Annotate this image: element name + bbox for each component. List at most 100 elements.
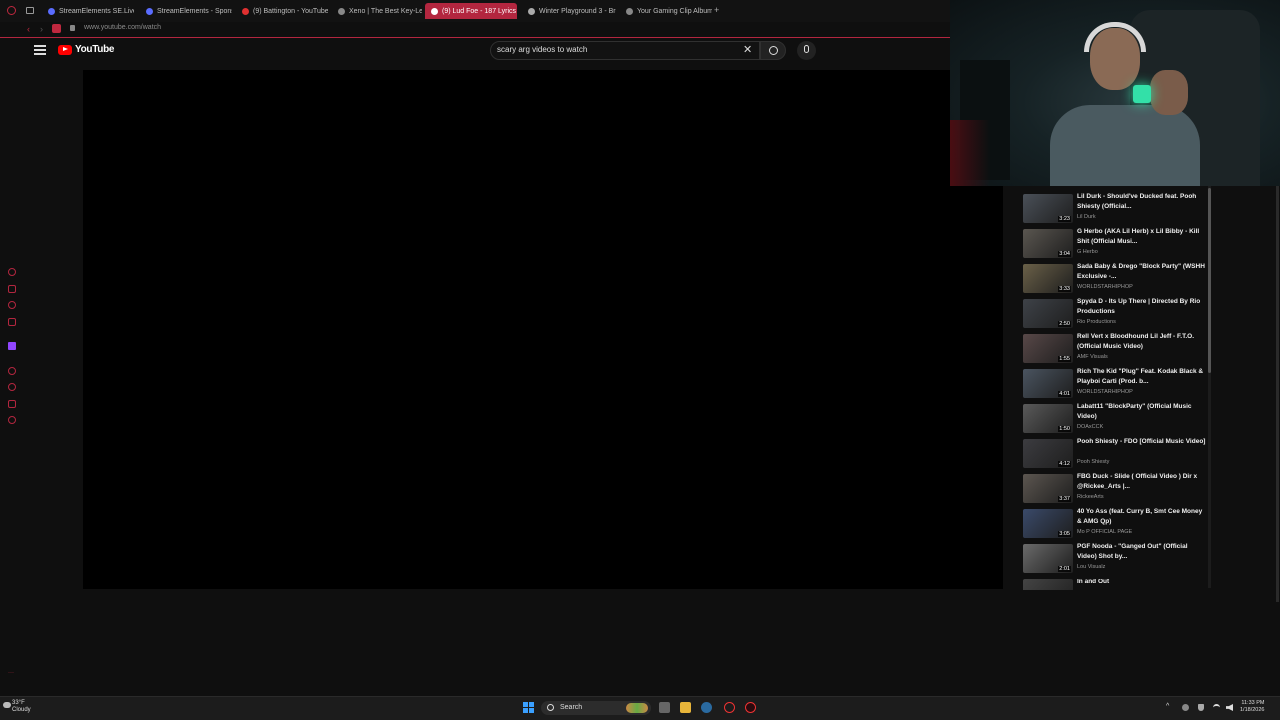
youtube-play-icon — [58, 44, 72, 55]
video-channel[interactable]: Lou Visualz — [1077, 564, 1105, 570]
opera-icon[interactable] — [745, 702, 756, 713]
video-channel[interactable]: Mo P OFFICIAL PAGE — [1077, 529, 1132, 535]
opera-gx-icon[interactable] — [724, 702, 735, 713]
video-title[interactable]: G Herbo (AKA Lil Herb) x Lil Bibby - Kil… — [1077, 227, 1207, 247]
tray-shield-icon[interactable] — [1198, 704, 1204, 711]
forward-icon[interactable]: › — [40, 24, 43, 34]
windows-start-icon[interactable] — [523, 702, 534, 713]
video-duration: 3:04 — [1058, 251, 1071, 257]
weather-widget[interactable]: 33°F Cloudy — [12, 700, 31, 714]
video-title[interactable]: 40 Yo Ass (feat. Curry B, Smt Cee Money … — [1077, 507, 1207, 527]
video-player[interactable] — [83, 70, 1003, 589]
related-video-item[interactable]: 3:05 40 Yo Ass (feat. Curry B, Smt Cee Mo… — [1023, 507, 1209, 542]
video-thumbnail[interactable] — [1023, 579, 1073, 590]
video-channel[interactable]: RickeeArts — [1077, 494, 1104, 500]
related-video-item[interactable]: 3:23 Lil Durk - Should've Ducked feat. Po… — [1023, 192, 1209, 227]
search-input[interactable]: scary arg videos to watch — [497, 45, 587, 54]
browser-tab[interactable]: Your Gaming Clip Albums — [620, 3, 712, 19]
related-video-item[interactable]: 3:04 G Herbo (AKA Lil Herb) x Lil Bibby -… — [1023, 227, 1209, 262]
video-duration: 1:50 — [1058, 426, 1071, 432]
browser-tab[interactable]: (9) Lud Foe - 187 Lyrics — [425, 3, 517, 19]
video-thumbnail[interactable]: 4:12 — [1023, 439, 1073, 468]
video-thumbnail[interactable]: 2:50 — [1023, 299, 1073, 328]
video-channel[interactable]: Pooh Shiesty — [1077, 459, 1109, 465]
browser-tab[interactable]: Winter Playground 3 - Bre — [522, 3, 616, 19]
sidebar-settings-icon[interactable] — [8, 416, 16, 424]
related-scrollbar-thumb[interactable] — [1208, 188, 1211, 373]
video-title[interactable]: Sada Baby & Drego "Block Party" (WSHH Ex… — [1077, 262, 1207, 282]
tray-app-icon[interactable] — [1182, 704, 1189, 711]
video-channel[interactable]: DOAxCCK — [1077, 424, 1103, 430]
taskbar-search-label: Search — [560, 704, 583, 711]
related-video-item[interactable]: In and Out — [1023, 579, 1209, 590]
video-channel[interactable]: Rio Productions — [1077, 319, 1116, 325]
sidebar-instagram-icon[interactable] — [8, 318, 16, 326]
video-duration: 3:33 — [1058, 286, 1071, 292]
sidebar-more-icon[interactable]: ··· — [8, 670, 14, 676]
related-video-item[interactable]: 1:55 Rell Vert x Bloodhound Lil Jeff - F.… — [1023, 332, 1209, 367]
tray-chevron-icon[interactable]: ^ — [1166, 703, 1169, 710]
video-thumbnail[interactable]: 1:50 — [1023, 404, 1073, 433]
video-thumbnail[interactable]: 4:01 — [1023, 369, 1073, 398]
video-title[interactable]: Spyda D - Its Up There | Directed By Rio… — [1077, 297, 1207, 317]
reload-icon[interactable] — [52, 24, 61, 33]
menu-icon[interactable] — [34, 45, 46, 55]
video-channel[interactable]: AMF Visuals — [1077, 354, 1108, 360]
video-thumbnail[interactable]: 3:37 — [1023, 474, 1073, 503]
video-channel[interactable]: G Herbo — [1077, 249, 1098, 255]
tab-favicon-icon — [338, 7, 345, 15]
video-title[interactable]: PGF Nooda - "Ganged Out" (Official Video… — [1077, 542, 1207, 562]
video-title[interactable]: In and Out — [1077, 579, 1207, 587]
video-channel[interactable]: WORLDSTARHIPHOP — [1077, 284, 1133, 290]
task-view-icon[interactable] — [659, 702, 670, 713]
video-title[interactable]: Labatt11 "BlockParty" (Official Music Vi… — [1077, 402, 1207, 422]
video-channel[interactable]: WORLDSTARHIPHOP — [1077, 389, 1133, 395]
video-title[interactable]: Lil Durk - Should've Ducked feat. Pooh S… — [1077, 192, 1207, 212]
clear-search-icon[interactable]: ✕ — [743, 43, 752, 56]
related-video-item[interactable]: 3:33 Sada Baby & Drego "Block Party" (WSH… — [1023, 262, 1209, 297]
related-video-item[interactable]: 2:50 Spyda D - Its Up There | Directed By… — [1023, 297, 1209, 332]
sidebar-history-icon[interactable] — [8, 268, 16, 276]
tab-label: StreamElements SE.Live | — [59, 7, 134, 15]
browser-tab[interactable]: StreamElements SE.Live | — [42, 3, 134, 19]
file-explorer-icon[interactable] — [680, 702, 691, 713]
video-thumbnail[interactable]: 1:55 — [1023, 334, 1073, 363]
video-thumbnail[interactable]: 3:23 — [1023, 194, 1073, 223]
sidebar-music-icon[interactable] — [8, 367, 16, 375]
video-thumbnail[interactable]: 3:05 — [1023, 509, 1073, 538]
video-thumbnail[interactable]: 3:33 — [1023, 264, 1073, 293]
related-video-item[interactable]: 2:01 PGF Nooda - "Ganged Out" (Official V… — [1023, 542, 1209, 577]
new-tab-button[interactable]: + — [714, 5, 719, 15]
sidebar-heart-icon[interactable] — [8, 400, 16, 408]
search-button[interactable] — [760, 41, 786, 60]
browser-tab[interactable]: StreamElements - Sponso — [140, 3, 232, 19]
video-channel[interactable]: Lil Durk — [1077, 214, 1096, 220]
back-icon[interactable]: ‹ — [27, 24, 30, 34]
page-scrollbar[interactable] — [1276, 186, 1279, 602]
voice-search-button[interactable] — [797, 41, 816, 60]
video-thumbnail[interactable]: 3:04 — [1023, 229, 1073, 258]
related-video-item[interactable]: 3:37 FBG Duck - Slide ( Official Video ) … — [1023, 472, 1209, 507]
related-video-item[interactable]: 4:12 Pooh Shiesty - FDO [Official Music V… — [1023, 437, 1209, 472]
workspace-icon[interactable] — [26, 7, 34, 14]
video-title[interactable]: FBG Duck - Slide ( Official Video ) Dir … — [1077, 472, 1207, 492]
opera-menu-icon[interactable] — [7, 6, 16, 15]
sidebar-bag-icon[interactable] — [8, 285, 16, 293]
browser-tab[interactable]: Xeno | The Best Key-Less — [332, 3, 422, 19]
video-thumbnail[interactable]: 2:01 — [1023, 544, 1073, 573]
browser-tab[interactable]: (9) Battington - YouTube — [236, 3, 328, 19]
sidebar-twitch-icon[interactable] — [8, 342, 16, 350]
youtube-logo[interactable]: YouTube — [58, 44, 115, 55]
url-field[interactable]: www.youtube.com/watch — [84, 24, 161, 31]
wifi-icon[interactable] — [1213, 704, 1220, 711]
video-title[interactable]: Rich The Kid "Plug" Feat. Kodak Black & … — [1077, 367, 1207, 387]
related-video-item[interactable]: 4:01 Rich The Kid "Plug" Feat. Kodak Blac… — [1023, 367, 1209, 402]
video-title[interactable]: Rell Vert x Bloodhound Lil Jeff - F.T.O.… — [1077, 332, 1207, 352]
steam-icon[interactable] — [701, 702, 712, 713]
sidebar-messenger-icon[interactable] — [8, 301, 16, 309]
related-video-item[interactable]: 1:50 Labatt11 "BlockParty" (Official Musi… — [1023, 402, 1209, 437]
video-title[interactable]: Pooh Shiesty - FDO [Official Music Video… — [1077, 437, 1207, 447]
tab-label: Xeno | The Best Key-Less — [349, 7, 422, 15]
taskbar-clock[interactable]: 11:33 PM 1/18/2026 — [1240, 700, 1264, 714]
sidebar-clock-icon[interactable] — [8, 383, 16, 391]
